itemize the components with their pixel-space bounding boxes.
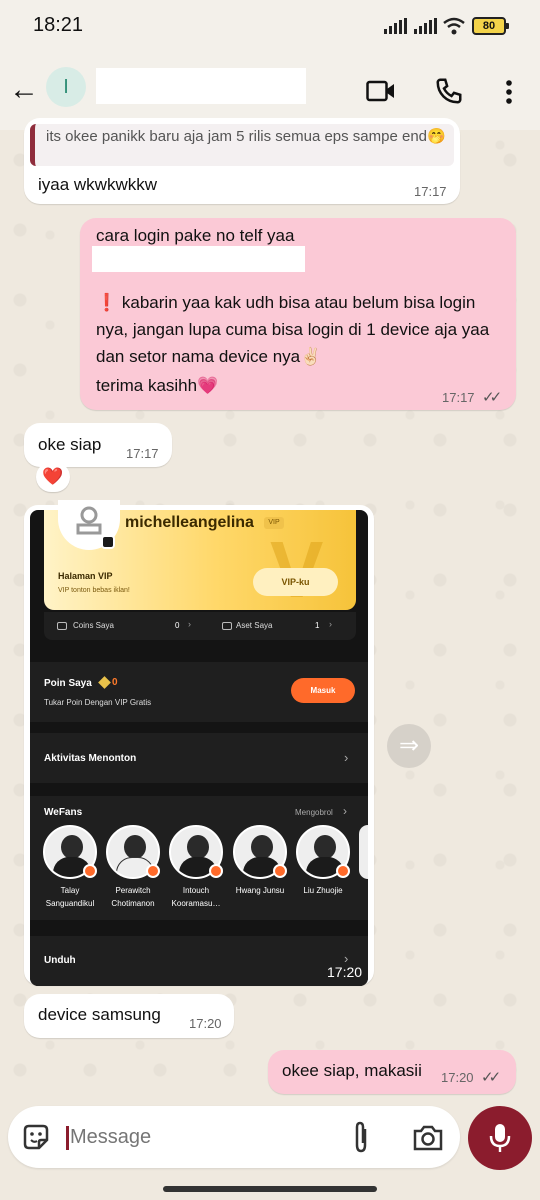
message-text: oke siap <box>38 435 102 454</box>
poin-label: Poin Saya <box>44 678 92 689</box>
message-time: 17:20 <box>441 1070 474 1085</box>
assets-icon <box>222 622 232 630</box>
status-time: 18:21 <box>33 14 84 36</box>
assets-chevron-icon[interactable]: › <box>329 619 332 629</box>
attach-icon[interactable] <box>350 1121 372 1155</box>
signal-icon <box>384 18 407 34</box>
read-ticks-icon: ✓✓ <box>482 389 502 406</box>
user-icon <box>76 506 102 535</box>
redacted-phone <box>92 246 305 272</box>
vip-ku-button[interactable]: VIP-ku <box>253 568 338 596</box>
unduh-label: Unduh <box>44 955 76 966</box>
avatar-badge-icon <box>101 535 115 549</box>
poin-subtitle: Tukar Poin Dengan VIP Gratis <box>44 698 152 707</box>
fan-name: Liu Zhuojie <box>303 886 343 895</box>
phone-call-icon[interactable] <box>434 76 464 106</box>
back-arrow-icon[interactable]: ← <box>8 74 40 106</box>
quoted-message-text: its okee panikk baru aja jam 5 rilis sem… <box>46 128 446 145</box>
aktivitas-chevron-icon[interactable]: › <box>344 750 348 765</box>
fan-badge-icon <box>209 864 223 878</box>
fan-badge-icon <box>83 864 97 878</box>
mengobrol-link[interactable]: Mengobrol <box>295 808 333 817</box>
text-cursor <box>66 1126 69 1150</box>
message-text: okee siap, makasii <box>282 1061 422 1080</box>
message-text: iyaa wkwkwkkw <box>38 175 158 194</box>
aktivitas-label: Aktivitas Menonton <box>44 753 137 764</box>
message-time: 17:20 <box>327 964 363 980</box>
coins-label: Coins Saya <box>73 621 114 630</box>
message-text-instructions: ❗ kabarin yaa kak udh bisa atau belum bi… <box>96 293 490 366</box>
contact-avatar[interactable]: I <box>46 67 86 107</box>
camera-icon[interactable] <box>412 1124 444 1152</box>
message-text-thanks: terima kasihh💗 <box>96 376 219 395</box>
signal-icon-2 <box>414 18 437 34</box>
unduh-row[interactable] <box>30 936 368 986</box>
profile-username: michelleangelina <box>125 514 254 531</box>
fan-badge-icon <box>336 864 350 878</box>
fan-name: Talay Sanguandikul <box>45 886 95 908</box>
sticker-icon[interactable] <box>21 1122 51 1152</box>
forward-icon[interactable]: ⇒ <box>387 724 431 768</box>
fan-avatar-partial <box>359 825 368 879</box>
message-time: 17:17 <box>442 390 475 405</box>
contact-name[interactable] <box>96 68 306 104</box>
coins-chevron-icon[interactable]: › <box>188 619 191 629</box>
masuk-button[interactable]: Masuk <box>291 678 355 703</box>
fan-name: Intouch Kooramasu… <box>171 886 221 908</box>
message-text: device samsung <box>38 1005 161 1024</box>
fan-badge-icon <box>146 864 160 878</box>
more-options-icon[interactable] <box>502 78 516 106</box>
read-ticks-icon: ✓✓ <box>481 1069 501 1086</box>
fan-name: Hwang Junsu <box>235 886 285 895</box>
message-text-login: cara login pake no telf yaa <box>96 226 295 245</box>
assets-value: 1 <box>315 621 320 630</box>
wifi-icon <box>443 17 465 35</box>
home-indicator <box>163 1186 377 1192</box>
poin-value: 0 <box>112 677 118 688</box>
coins-icon <box>57 622 67 630</box>
battery-icon: 80 <box>472 17 509 35</box>
message-input[interactable] <box>70 1119 330 1155</box>
message-time: 17:20 <box>189 1016 222 1031</box>
coins-value: 0 <box>175 621 180 630</box>
mengobrol-chevron-icon[interactable]: › <box>343 804 347 818</box>
heart-reaction-icon[interactable]: ❤️ <box>36 462 70 492</box>
fan-badge-icon <box>273 864 287 878</box>
assets-label: Aset Saya <box>236 621 273 630</box>
vip-subtitle: VIP tonton bebas iklan! <box>58 587 130 594</box>
microphone-icon <box>489 1124 511 1152</box>
video-call-icon[interactable] <box>366 80 396 102</box>
wefans-title: WeFans <box>44 807 83 818</box>
vip-title: Halaman VIP <box>58 571 113 581</box>
fan-name: Perawitch Chotimanon <box>111 886 155 908</box>
vip-tag: VIP <box>264 517 284 529</box>
message-time: 17:17 <box>414 184 447 199</box>
message-time: 17:17 <box>126 446 159 461</box>
